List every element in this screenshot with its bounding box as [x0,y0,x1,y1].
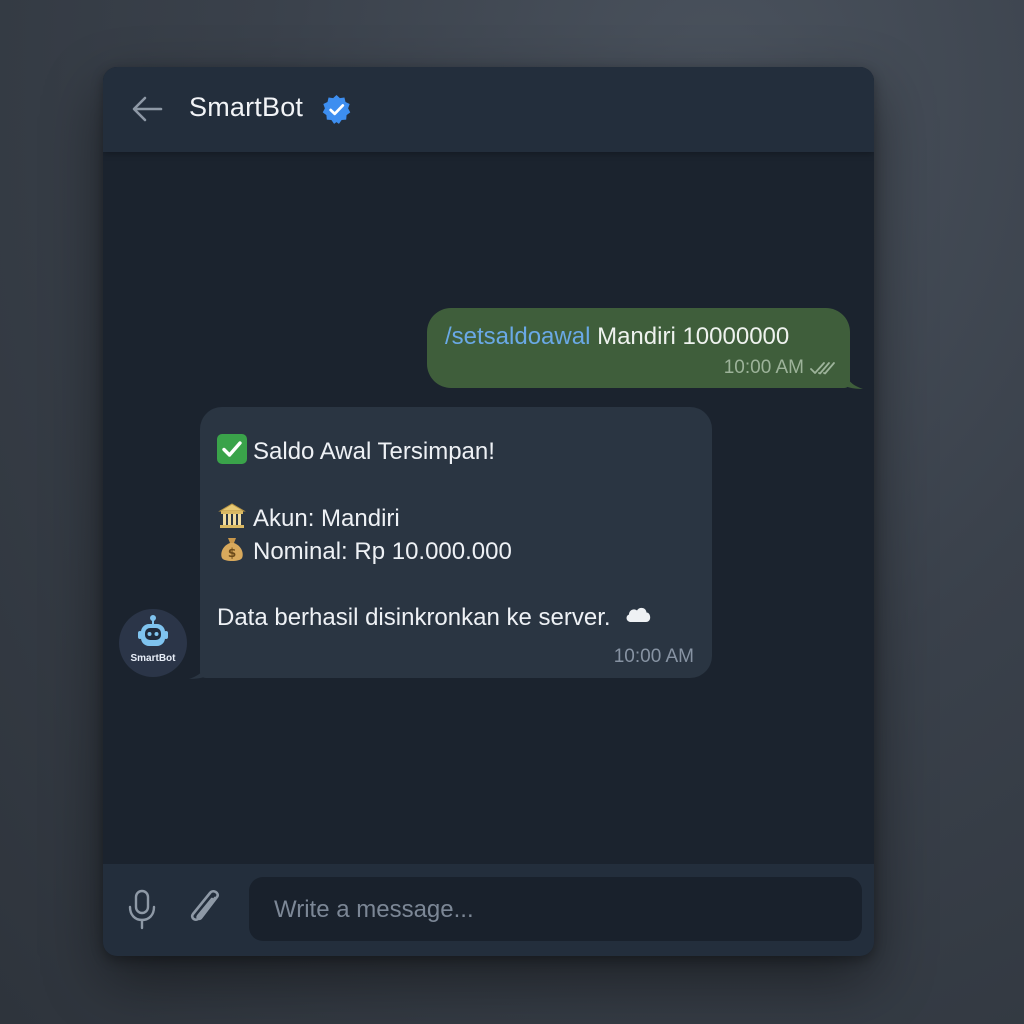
sync-text: Data berhasil disinkronkan ke server. [217,604,611,631]
nominal-line: $ Nominal: Rp 10.000.000 [217,534,512,566]
outgoing-message-time: 10:00 AM [723,357,804,378]
robot-icon [138,615,168,646]
message-title: Saldo Awal Tersimpan! [253,438,495,465]
nominal-text: Nominal: Rp 10.000.000 [253,538,512,565]
paperclip-icon[interactable] [185,888,225,932]
account-line: Akun: Mandiri [217,501,400,533]
cloud-icon [626,607,651,622]
avatar-label: SmartBot [130,653,176,664]
sync-line: Data berhasil disinkronkan ke server. [217,600,653,632]
incoming-message-time: 10:00 AM [613,646,694,667]
command-link[interactable]: /setsaldoawal [445,323,590,350]
avatar[interactable]: SmartBot [119,609,187,677]
bank-icon [218,503,246,528]
outgoing-message-text: /setsaldoawal Mandiri 10000000 [445,323,789,351]
outgoing-message-bubble[interactable]: /setsaldoawal Mandiri 10000000 10:00 AM [427,308,850,388]
check-mark-button-icon [217,434,247,464]
account-text: Akun: Mandiri [253,505,400,532]
message-input-box[interactable] [249,877,862,943]
incoming-message-bubble[interactable]: Saldo Awal Tersimpan! Akun: Mandiri $ No… [200,407,712,678]
message-title-line: Saldo Awal Tersimpan! [217,434,495,466]
message-composer [103,864,874,956]
command-arguments: Mandiri 10000000 [590,323,790,350]
message-input[interactable] [272,877,846,943]
chat-header: SmartBot [103,67,874,152]
svg-text:$: $ [228,546,236,560]
outgoing-message-meta: 10:00 AM [724,357,836,379]
chat-title: SmartBot [189,92,304,122]
money-bag-icon: $ [221,538,243,561]
arrow-left-icon[interactable] [131,95,163,123]
verified-badge-icon [322,94,351,124]
double-check-icon [810,362,835,375]
chat-window: SmartBot /setsaldoawal Mandiri 10000000 … [103,67,874,956]
microphone-icon[interactable] [125,889,159,931]
